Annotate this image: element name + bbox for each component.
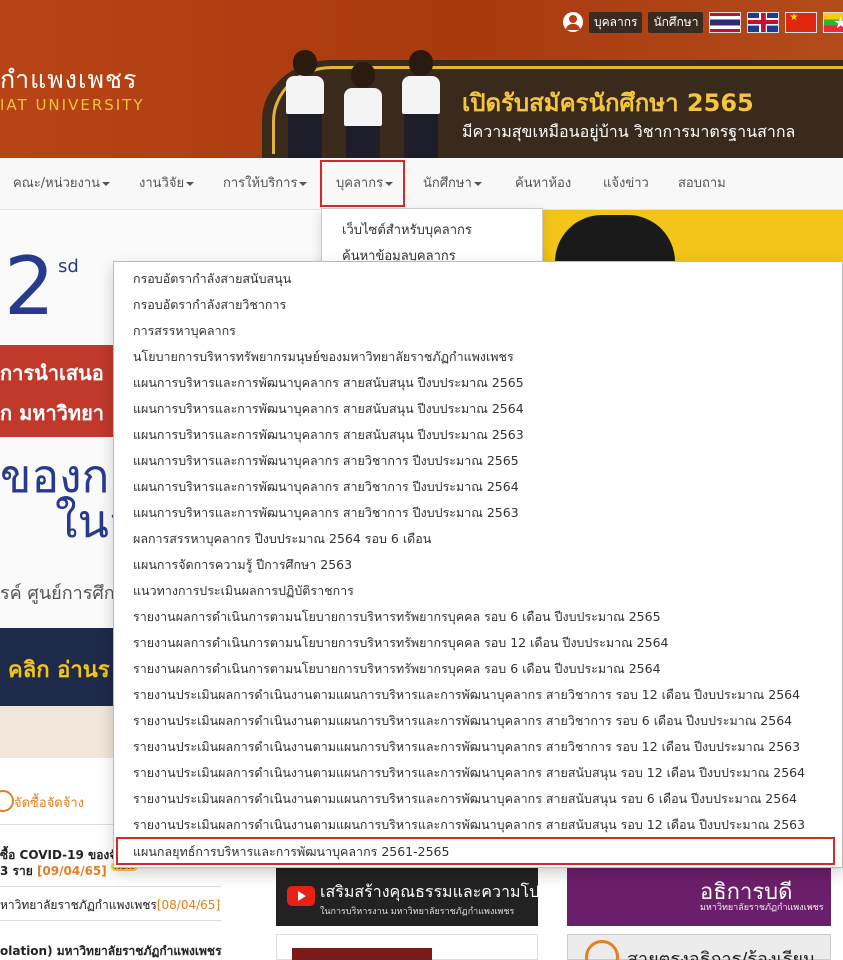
submenu-item[interactable]: แผนการบริหารและการพัฒนาบุคลากร สายวิชากา… bbox=[133, 448, 519, 474]
staff-portal-button[interactable]: บุคลากร bbox=[589, 11, 643, 33]
caret-down-icon bbox=[299, 181, 308, 186]
submenu-item[interactable]: นโยบายการบริหารทรัพยากรมนุษย์ของมหาวิทยา… bbox=[133, 344, 514, 370]
nav-label: คณะ/หน่วยงาน bbox=[13, 176, 101, 191]
submenu-item[interactable]: รายงานประเมินผลการดำเนินงานตามแผนการบริห… bbox=[133, 708, 792, 734]
news-item[interactable]: olation) มหาวิทยาลัยราชภัฏกำแพงเพชร bbox=[0, 942, 222, 960]
submenu-item[interactable]: ผลการสรรหาบุคลากร ปีงบประมาณ 2564 รอบ 6 … bbox=[133, 526, 431, 552]
news-text: olation) มหาวิทยาลัยราชภัฏกำแพงเพชร bbox=[0, 944, 222, 958]
submenu-item[interactable]: รายงานประเมินผลการดำเนินงานตามแผนการบริห… bbox=[133, 760, 805, 786]
user-icon[interactable] bbox=[563, 12, 583, 32]
hero-caption: รค์ ศูนย์การศึก bbox=[0, 583, 115, 604]
submenu-item[interactable]: รายงานผลการดำเนินการตามนโยบายการบริหารทร… bbox=[133, 656, 661, 682]
student-photo bbox=[398, 50, 444, 158]
university-name-english[interactable]: IAT UNIVERSITY bbox=[0, 96, 145, 114]
nav-research[interactable]: งานวิจัย bbox=[139, 158, 195, 210]
caret-down-icon bbox=[102, 181, 111, 186]
submenu-item[interactable]: การสรรหาบุคลากร bbox=[133, 318, 236, 344]
nav-label: นักศึกษา bbox=[423, 176, 472, 191]
ethics-banner-title: เสริมสร้างคุณธรรมและความโปร่งใส bbox=[320, 882, 574, 901]
nav-contact[interactable]: สอบถาม bbox=[678, 158, 726, 210]
click-read-text: คลิก อ่านร bbox=[8, 658, 110, 683]
nav-label: งานวิจัย bbox=[139, 176, 185, 191]
uk-flag-icon[interactable] bbox=[747, 11, 780, 33]
student-photo bbox=[340, 62, 386, 158]
submenu-item[interactable]: รายงานประเมินผลการดำเนินงานตามแผนการบริห… bbox=[133, 734, 800, 760]
submenu-item[interactable]: แผนการบริหารและการพัฒนาบุคลากร สายสนับสน… bbox=[133, 396, 524, 422]
submenu-item[interactable]: รายงานผลการดำเนินการตามนโยบายการบริหารทร… bbox=[133, 630, 668, 656]
submenu-item[interactable]: รายงานประเมินผลการดำเนินงานตามแผนการบริห… bbox=[133, 682, 800, 708]
news-item[interactable]: หาวิทยาลัยราชภัฏกำแพงเพชร[08/04/65] bbox=[0, 896, 220, 915]
submenu-item[interactable]: กรอบอัตรากำลังสายวิชาการ bbox=[133, 292, 286, 318]
divider bbox=[0, 886, 222, 887]
banner-subtitle: มีความสุขเหมือนอยู่บ้าน วิชาการมาตรฐานสา… bbox=[462, 122, 796, 141]
submenu-item[interactable]: แผนการบริหารและการพัฒนาบุคลากร สายสนับสน… bbox=[133, 422, 524, 448]
divider bbox=[0, 920, 222, 921]
thumbnail-strip[interactable] bbox=[0, 706, 115, 758]
selected-item-highlight bbox=[116, 837, 835, 865]
china-flag-icon[interactable] bbox=[785, 11, 818, 33]
news-text: 3 ราย bbox=[0, 864, 33, 878]
submenu-item[interactable]: แผนการบริหารและการพัฒนาบุคลากร สายวิชากา… bbox=[133, 500, 519, 526]
nav-faculty[interactable]: คณะ/หน่วยงาน bbox=[13, 158, 111, 210]
student-portal-button[interactable]: นักศึกษา bbox=[648, 11, 704, 33]
submenu-item[interactable]: รายงานประเมินผลการดำเนินงานตามแผนการบริห… bbox=[133, 786, 797, 812]
news-text: ซื้อ COVID-19 ของจั bbox=[0, 848, 117, 862]
dropdown-item[interactable]: เว็บไซต์สำหรับบุคลากร bbox=[342, 219, 472, 240]
top-tools: บุคลากร นักศึกษา bbox=[563, 11, 843, 33]
procurement-icon bbox=[0, 790, 14, 812]
myanmar-flag-icon[interactable] bbox=[823, 11, 843, 33]
submenu-item[interactable]: แผนการบริหารและการพัฒนาบุคลากร สายสนับสน… bbox=[133, 370, 524, 396]
nav-services[interactable]: การให้บริการ bbox=[223, 158, 308, 210]
news-date: [09/04/65] bbox=[36, 864, 107, 878]
site-header: กำแพงเพชร IAT UNIVERSITY เปิดรับสมัครนัก… bbox=[0, 0, 843, 158]
president-banner-subtitle: มหาวิทยาลัยราชภัฏกำแพงเพชร bbox=[700, 903, 824, 913]
nav-room-search[interactable]: ค้นหาห้อง bbox=[515, 158, 571, 210]
submenu-item[interactable]: แผนการบริหารและการพัฒนาบุคลากร สายวิชากา… bbox=[133, 474, 519, 500]
mid-banner-2-graphic bbox=[292, 948, 432, 960]
nav-label: การให้บริการ bbox=[223, 176, 298, 191]
procurement-link[interactable]: จัดซื้อจัดจ้าง bbox=[14, 792, 84, 813]
main-navbar: คณะ/หน่วยงาน งานวิจัย การให้บริการ บุคลา… bbox=[0, 158, 843, 210]
hero-band-line2: ก มหาวิทยา bbox=[0, 401, 105, 425]
hero-superscript: sd bbox=[58, 256, 79, 277]
president-hotline-label: สายตรงอธิการ/ร้องเรียน bbox=[627, 949, 816, 960]
active-nav-highlight bbox=[320, 160, 405, 207]
banner-title: เปิดรับสมัครนักศึกษา 2565 bbox=[462, 89, 754, 117]
youtube-icon bbox=[287, 886, 315, 906]
nav-announce[interactable]: แจ้งข่าว bbox=[603, 158, 649, 210]
student-photo bbox=[282, 50, 328, 158]
submenu-item[interactable]: แผนการจัดการความรู้ ปีการศึกษา 2563 bbox=[133, 552, 352, 578]
caret-down-icon bbox=[473, 181, 482, 186]
submenu-item[interactable]: รายงานประเมินผลการดำเนินงานตามแผนการบริห… bbox=[133, 812, 805, 838]
university-name-thai[interactable]: กำแพงเพชร bbox=[0, 60, 137, 100]
news-text: หาวิทยาลัยราชภัฏกำแพงเพชร bbox=[0, 898, 157, 912]
caret-down-icon bbox=[186, 181, 195, 186]
nav-students[interactable]: นักศึกษา bbox=[423, 158, 482, 210]
ethics-banner-subtitle: ในการบริหารงาน มหาวิทยาลัยราชภัฏกำแพงเพช… bbox=[320, 907, 515, 917]
hero-band-line1: การนำเสนอ bbox=[0, 361, 104, 385]
submenu-item[interactable]: แนวทางการประเมินผลการปฏิบัติราชการ bbox=[133, 578, 354, 604]
hero-red-band: การนำเสนอ ก มหาวิทยา bbox=[0, 345, 115, 437]
thai-flag-icon[interactable] bbox=[709, 11, 742, 33]
hero-number: 2 bbox=[4, 240, 55, 333]
news-date: [08/04/65] bbox=[156, 898, 221, 912]
submenu-item[interactable]: กรอบอัตรากำลังสายสนับสนุน bbox=[133, 266, 291, 292]
personnel-submenu: กรอบอัตรากำลังสายสนับสนุน กรอบอัตรากำลัง… bbox=[113, 261, 843, 868]
submenu-item[interactable]: รายงานผลการดำเนินการตามนโยบายการบริหารทร… bbox=[133, 604, 661, 630]
